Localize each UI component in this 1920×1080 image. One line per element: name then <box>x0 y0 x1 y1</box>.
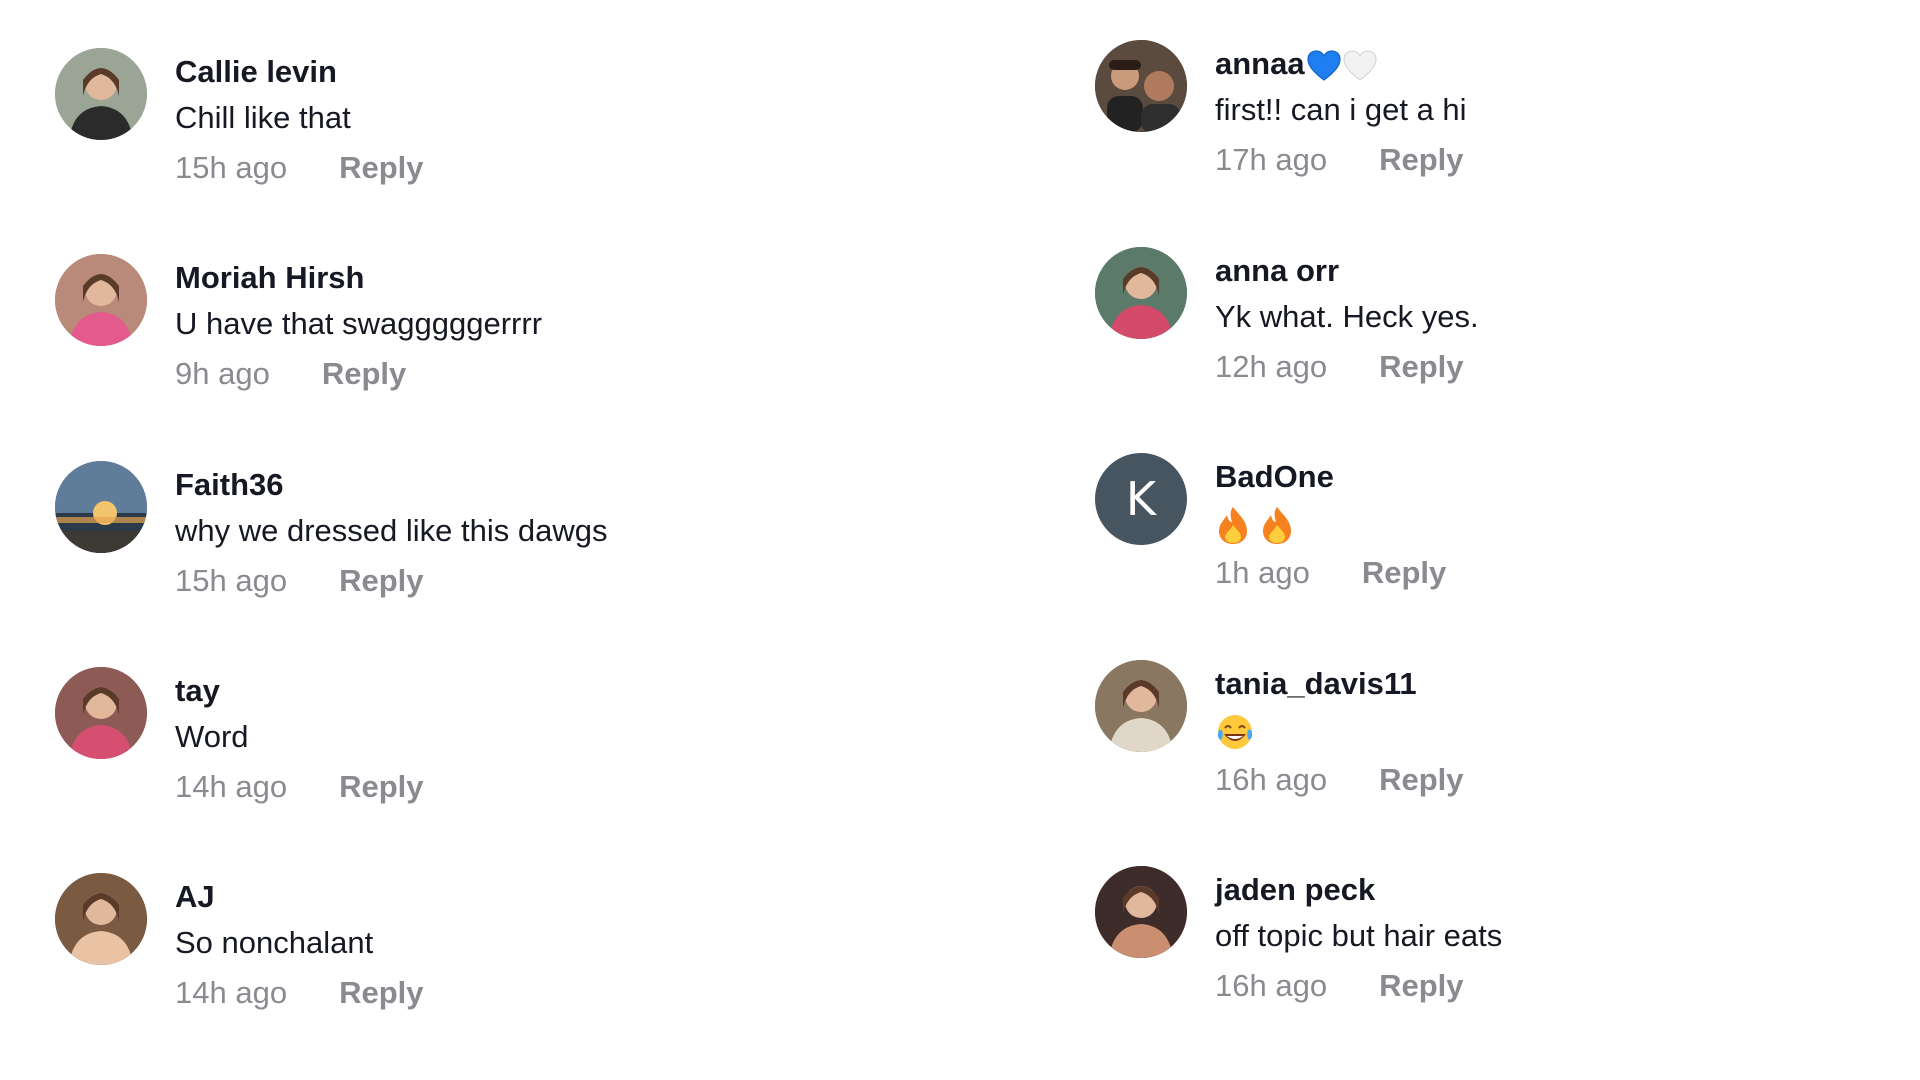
comment-meta: 16h ago Reply <box>1215 968 1463 1004</box>
fire-icon <box>1259 505 1303 544</box>
comment-username[interactable]: tay <box>175 673 220 709</box>
comment-text: U have that swagggggerrrr <box>175 306 543 341</box>
comment-item: anna orr Yk what. Heck yes. 12h ago Reply <box>1095 247 1920 427</box>
comment-meta: 15h ago Reply <box>175 150 423 186</box>
comment-meta: 9h ago Reply <box>175 356 406 392</box>
username-text[interactable]: Moriah Hirsh <box>175 260 364 295</box>
comment-meta: 14h ago Reply <box>175 975 423 1011</box>
avatar[interactable] <box>1095 247 1187 339</box>
comment-timestamp: 12h ago <box>1215 349 1328 384</box>
reply-button[interactable]: Reply <box>1379 142 1463 178</box>
comment-username[interactable]: Callie levin <box>175 54 337 90</box>
comment-username[interactable]: Moriah Hirsh <box>175 260 364 296</box>
reply-button[interactable]: Reply <box>322 356 406 392</box>
comment-text: first!! can i get a hi <box>1215 92 1467 127</box>
avatar[interactable] <box>1095 866 1187 958</box>
comment-username[interactable]: Faith36 <box>175 467 284 503</box>
avatar[interactable] <box>55 667 147 759</box>
avatar[interactable] <box>55 461 147 553</box>
comment-timestamp: 15h ago <box>175 563 288 598</box>
comment-item: Faith36 why we dressed like this dawgs 15h… <box>55 461 915 641</box>
comment-timestamp: 16h ago <box>1215 762 1328 797</box>
username-text[interactable]: tay <box>175 673 220 708</box>
reply-button[interactable]: Reply <box>1379 968 1463 1004</box>
reply-button[interactable]: Reply <box>339 975 423 1011</box>
comment-meta: 17h ago Reply <box>1215 142 1463 178</box>
avatar[interactable] <box>1095 660 1187 752</box>
reply-button[interactable]: Reply <box>1362 555 1446 591</box>
reply-button[interactable]: Reply <box>1379 762 1463 798</box>
comment-meta: 12h ago Reply <box>1215 349 1463 385</box>
comment-timestamp: 1h ago <box>1215 555 1310 590</box>
comment-username[interactable]: AJ <box>175 879 215 915</box>
comment-timestamp: 17h ago <box>1215 142 1328 177</box>
comment-timestamp: 14h ago <box>175 975 288 1010</box>
comment-item: tay Word 14h ago Reply <box>55 667 915 847</box>
comment-text <box>1215 712 1263 752</box>
avatar[interactable]: K <box>1095 453 1187 545</box>
comment-meta: 15h ago Reply <box>175 563 423 599</box>
comment-item: Moriah Hirsh U have that swagggggerrrr 9h … <box>55 254 915 434</box>
avatar[interactable] <box>55 48 147 140</box>
comment-meta: 16h ago Reply <box>1215 762 1463 798</box>
reply-button[interactable]: Reply <box>339 769 423 805</box>
comment-timestamp: 15h ago <box>175 150 288 185</box>
username-text[interactable]: Faith36 <box>175 467 284 502</box>
comment-item: jaden peck off topic but hair eats 16h ago… <box>1095 866 1920 1046</box>
username-text[interactable]: tania_davis11 <box>1215 666 1417 701</box>
comment-text: off topic but hair eats <box>1215 918 1503 953</box>
username-text[interactable]: jaden peck <box>1215 872 1375 907</box>
comment-username[interactable]: anna orr <box>1215 253 1339 289</box>
comment-text: Word <box>175 719 249 754</box>
comment-meta: 1h ago Reply <box>1215 555 1446 591</box>
comment-username[interactable]: jaden peck <box>1215 872 1375 908</box>
comment-timestamp: 14h ago <box>175 769 288 804</box>
comment-item: Callie levin Chill like that 15h ago Reply <box>55 48 915 228</box>
comment-timestamp: 16h ago <box>1215 968 1328 1003</box>
blue-heart-icon <box>1305 46 1341 81</box>
avatar[interactable] <box>55 254 147 346</box>
comment-text <box>1215 505 1303 545</box>
comment-username[interactable]: tania_davis11 <box>1215 666 1417 702</box>
avatar[interactable] <box>55 873 147 965</box>
username-text[interactable]: anna orr <box>1215 253 1339 288</box>
comment-username[interactable]: BadOne <box>1215 459 1334 495</box>
fire-icon <box>1215 505 1259 544</box>
username-text[interactable]: annaa <box>1215 46 1305 81</box>
avatar[interactable] <box>1095 40 1187 132</box>
reply-button[interactable]: Reply <box>1379 349 1463 385</box>
comment-username[interactable]: annaa <box>1215 46 1377 82</box>
comment-meta: 14h ago Reply <box>175 769 423 805</box>
comment-text: why we dressed like this dawgs <box>175 513 608 548</box>
username-text[interactable]: BadOne <box>1215 459 1334 494</box>
comment-item: K BadOne 1h ago Reply <box>1095 453 1920 633</box>
reply-button[interactable]: Reply <box>339 150 423 186</box>
white-heart-icon <box>1341 46 1377 81</box>
reply-button[interactable]: Reply <box>339 563 423 599</box>
comment-text: So nonchalant <box>175 925 374 960</box>
username-text[interactable]: Callie levin <box>175 54 337 89</box>
laughing-crying-icon <box>1215 712 1263 749</box>
comment-text: Yk what. Heck yes. <box>1215 299 1479 334</box>
comment-item: annaa first!! can i get a hi 17h ago Reply <box>1095 40 1920 220</box>
comment-item: tania_davis11 16h ago Reply <box>1095 660 1920 840</box>
comment-text: Chill like that <box>175 100 351 135</box>
comment-item: AJ So nonchalant 14h ago Reply <box>55 873 915 1053</box>
comment-timestamp: 9h ago <box>175 356 270 391</box>
username-text[interactable]: AJ <box>175 879 215 914</box>
avatar-letter: K <box>1125 472 1157 526</box>
